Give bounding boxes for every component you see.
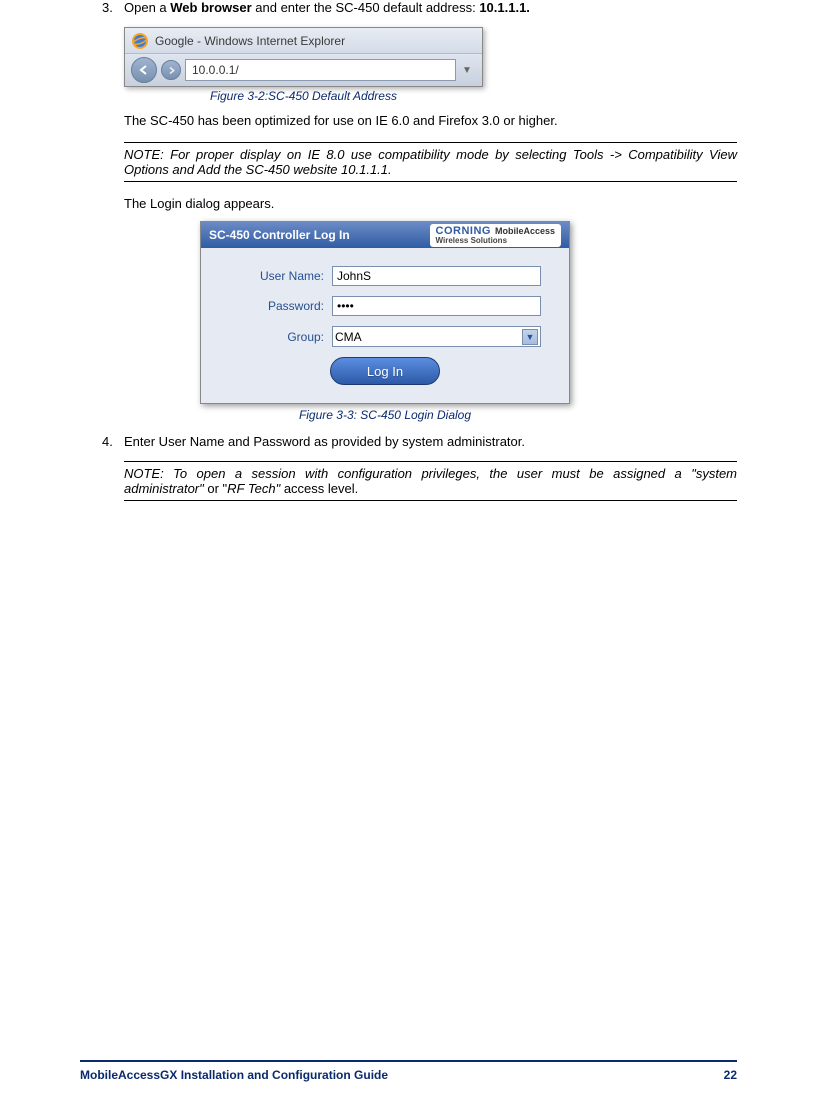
footer-page-number: 22: [724, 1068, 737, 1082]
group-select[interactable]: CMA ▼: [332, 326, 541, 347]
step-3: 3. Open a Web browser and enter the SC-4…: [102, 0, 737, 15]
browser-title-text: Google - Windows Internet Explorer: [155, 34, 345, 48]
address-url: 10.0.0.1/: [192, 63, 239, 77]
ie-icon: [131, 32, 149, 50]
login-titlebar: SC-450 Controller Log In CORNING MobileA…: [201, 222, 569, 248]
username-input[interactable]: [332, 266, 541, 286]
chevron-down-icon: ▼: [522, 329, 538, 345]
step-3-text: Open a Web browser and enter the SC-450 …: [124, 0, 530, 15]
password-input[interactable]: [332, 296, 541, 316]
browser-screenshot: Google - Windows Internet Explorer 10.0.…: [124, 27, 737, 87]
footer-title: MobileAccessGX Installation and Configur…: [80, 1068, 388, 1082]
forward-button[interactable]: [161, 60, 181, 80]
step-4: 4. Enter User Name and Password as provi…: [102, 434, 737, 449]
login-intro-text: The Login dialog appears.: [124, 196, 737, 211]
step-4-text: Enter User Name and Password as provided…: [124, 434, 525, 449]
browser-titlebar: Google - Windows Internet Explorer: [125, 28, 482, 54]
login-dialog: SC-450 Controller Log In CORNING MobileA…: [200, 221, 570, 404]
address-dropdown-icon[interactable]: ▼: [462, 65, 476, 76]
group-row: Group: CMA ▼: [229, 326, 541, 347]
login-title-text: SC-450 Controller Log In: [209, 228, 350, 242]
group-value: CMA: [335, 330, 362, 344]
page-footer: MobileAccessGX Installation and Configur…: [80, 1060, 737, 1082]
login-button[interactable]: Log In: [330, 357, 440, 385]
group-label: Group:: [229, 330, 324, 344]
step-3-number: 3.: [102, 0, 124, 15]
back-button[interactable]: [131, 57, 157, 83]
browser-navbar: 10.0.0.1/ ▼: [125, 54, 482, 86]
password-row: Password:: [229, 296, 541, 316]
browser-window: Google - Windows Internet Explorer 10.0.…: [124, 27, 483, 87]
login-body: User Name: Password: Group: CMA ▼ L: [201, 248, 569, 395]
login-screenshot: SC-450 Controller Log In CORNING MobileA…: [200, 221, 570, 404]
figure-2-caption: Figure 3-3: SC-450 Login Dialog: [200, 408, 570, 422]
corning-logo: CORNING MobileAccess Wireless Solutions: [430, 224, 561, 247]
note-1: NOTE: For proper display on IE 8.0 use c…: [124, 142, 737, 182]
username-label: User Name:: [229, 269, 324, 283]
username-row: User Name:: [229, 266, 541, 286]
paragraph-optimized: The SC-450 has been optimized for use on…: [124, 113, 737, 128]
password-label: Password:: [229, 299, 324, 313]
address-bar[interactable]: 10.0.0.1/: [185, 59, 456, 81]
note-2: NOTE: To open a session with configurati…: [124, 461, 737, 501]
step-4-number: 4.: [102, 434, 124, 449]
figure-1-caption: Figure 3-2:SC-450 Default Address: [124, 89, 483, 103]
